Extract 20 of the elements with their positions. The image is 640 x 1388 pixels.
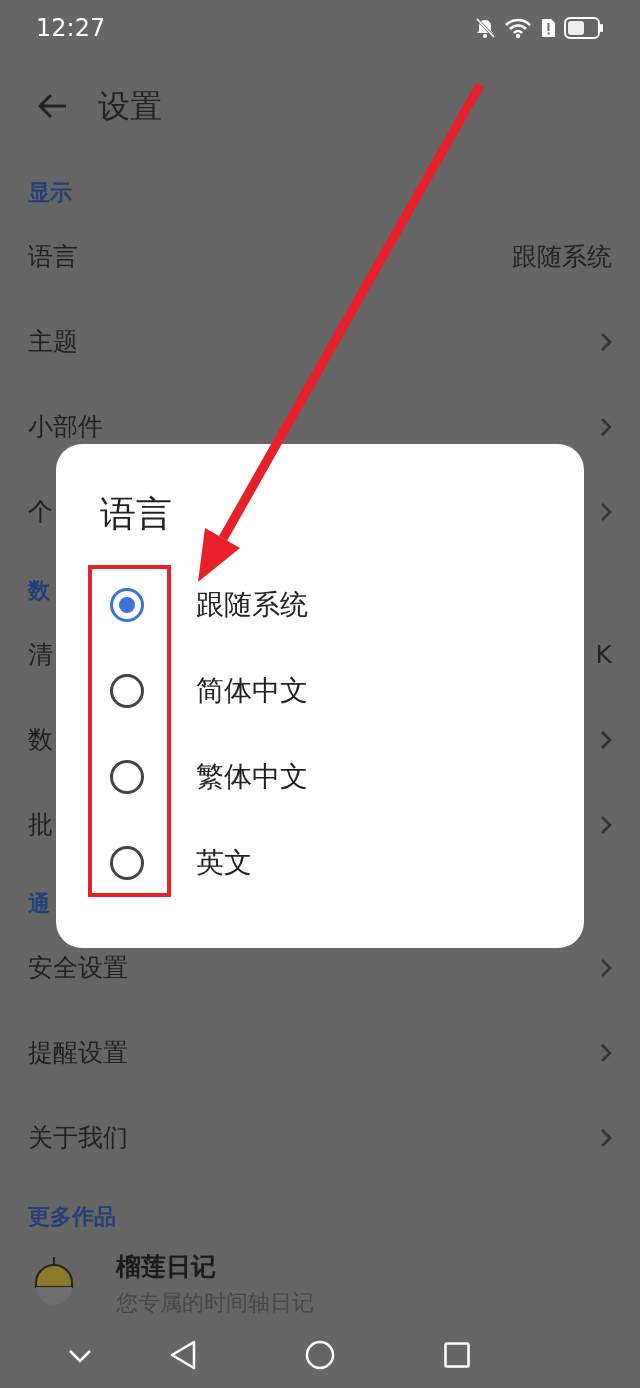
- section-header: 通: [28, 891, 50, 916]
- section-header: 数: [28, 578, 50, 603]
- app-name: 榴莲日记: [116, 1251, 217, 1283]
- row-label: 小部件: [28, 410, 103, 443]
- row-value: 跟随系统: [512, 240, 612, 273]
- row-label: 安全设置: [28, 951, 128, 984]
- row-label: 个: [28, 495, 53, 528]
- section-header: 显示: [28, 180, 72, 205]
- row-label: 主题: [28, 325, 78, 358]
- page-title: 设置: [98, 86, 162, 127]
- row-label: 提醒设置: [28, 1036, 128, 1069]
- status-time: 12:27: [36, 13, 106, 44]
- row-label: 数: [28, 723, 53, 756]
- section-header: 更多作品: [28, 1204, 116, 1229]
- dialog-title: 语言: [100, 492, 173, 536]
- row-label: 清: [28, 638, 53, 671]
- row-label: 批: [28, 808, 53, 841]
- row-label: 关于我们: [28, 1121, 128, 1154]
- row-value: K: [595, 638, 612, 671]
- row-label: 语言: [28, 240, 78, 273]
